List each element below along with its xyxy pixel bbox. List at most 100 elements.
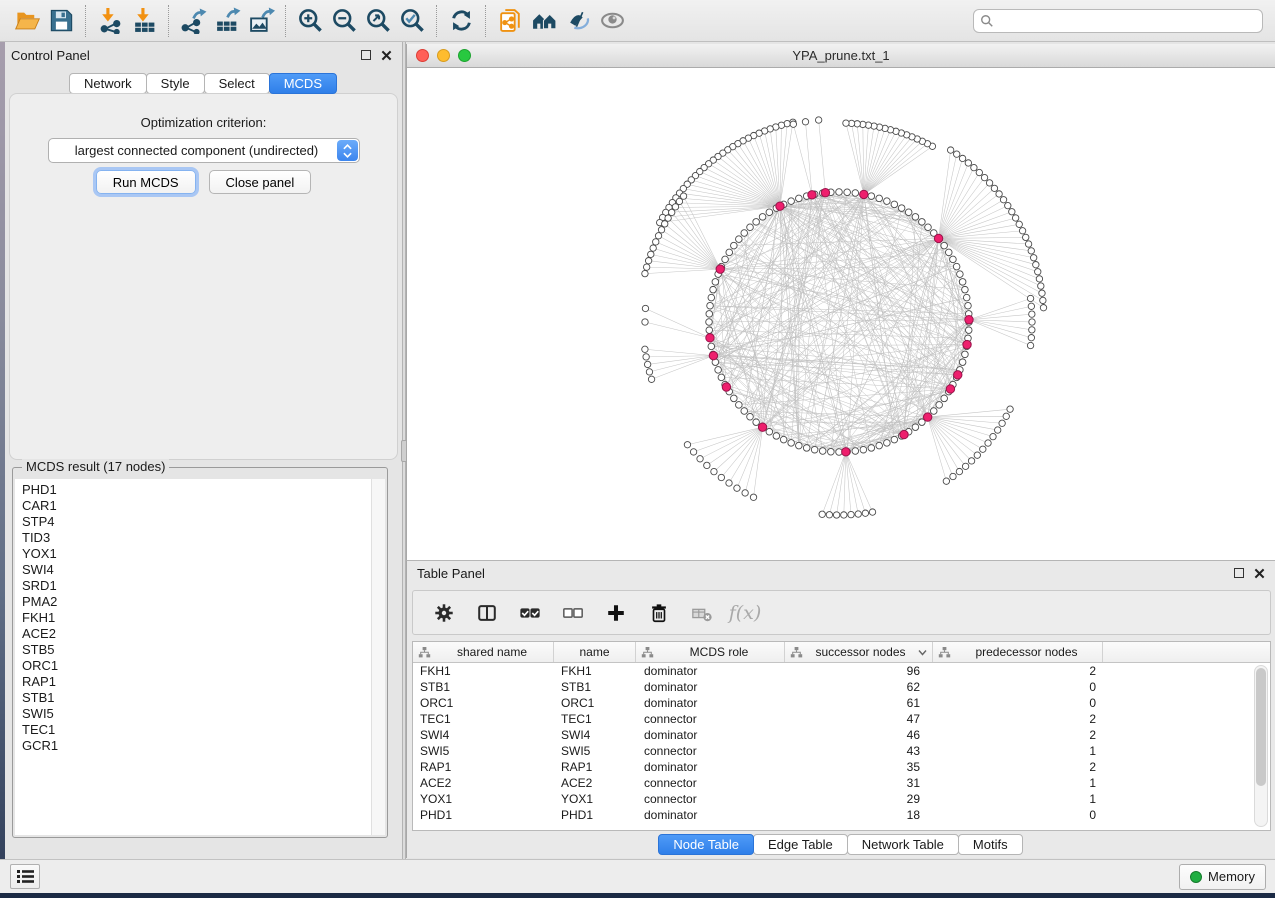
tab-node-table[interactable]: Node Table <box>658 834 754 855</box>
mcds-hub-node[interactable] <box>722 383 730 391</box>
scrollbar-thumb[interactable] <box>1256 668 1266 786</box>
mcds-result-list[interactable]: PHD1CAR1STP4TID3YOX1SWI4SRD1PMA2FKH1ACE2… <box>15 479 371 835</box>
mcds-hub-node[interactable] <box>900 430 908 438</box>
close-panel-icon[interactable] <box>381 50 392 61</box>
mcds-result-item[interactable]: PMA2 <box>22 594 371 610</box>
mcds-hub-node[interactable] <box>923 413 931 421</box>
import-table-button[interactable] <box>127 4 161 38</box>
mcds-result-item[interactable]: TID3 <box>22 530 371 546</box>
show-columns-button[interactable] <box>474 600 500 626</box>
close-panel-button[interactable]: Close panel <box>209 170 312 194</box>
mcds-hub-node[interactable] <box>709 351 717 359</box>
float-window-icon[interactable] <box>361 50 371 60</box>
open-session-button[interactable] <box>10 4 44 38</box>
mcds-result-item[interactable]: STB5 <box>22 642 371 658</box>
export-image-button[interactable] <box>244 4 278 38</box>
table-settings-button[interactable] <box>431 600 457 626</box>
table-scrollbar[interactable] <box>1254 665 1268 827</box>
function-builder-button[interactable]: f(x) <box>732 600 758 626</box>
zoom-out-button[interactable] <box>327 4 361 38</box>
table-row[interactable]: SWI4SWI4dominator462 <box>413 727 1270 743</box>
tab-network-table[interactable]: Network Table <box>847 834 959 855</box>
network-titlebar[interactable]: YPA_prune.txt_1 <box>407 44 1275 68</box>
clone-network-button[interactable] <box>493 4 527 38</box>
table-row[interactable]: ACE2ACE2connector311 <box>413 775 1270 791</box>
maximize-window-icon[interactable] <box>458 49 471 62</box>
table-row[interactable]: FKH1FKH1dominator962 <box>413 663 1270 679</box>
mcds-result-item[interactable]: STP4 <box>22 514 371 530</box>
hide-graphics-details-button[interactable] <box>561 4 595 38</box>
mcds-result-item[interactable]: CAR1 <box>22 498 371 514</box>
search-input[interactable] <box>999 12 1256 29</box>
tab-edge-table[interactable]: Edge Table <box>753 834 848 855</box>
mcds-hub-node[interactable] <box>954 371 962 379</box>
mcds-result-item[interactable]: SWI4 <box>22 562 371 578</box>
tab-select[interactable]: Select <box>204 73 270 94</box>
tab-network[interactable]: Network <box>69 73 147 94</box>
mcds-result-item[interactable]: SRD1 <box>22 578 371 594</box>
table-row[interactable]: PHD1PHD1dominator180 <box>413 807 1270 823</box>
show-graphics-details-button[interactable] <box>595 4 629 38</box>
mcds-result-item[interactable]: FKH1 <box>22 610 371 626</box>
zoom-selected-button[interactable] <box>395 4 429 38</box>
task-history-button[interactable] <box>10 864 40 889</box>
memory-button[interactable]: Memory <box>1179 864 1266 890</box>
mcds-hub-node[interactable] <box>934 234 942 242</box>
mcds-result-item[interactable]: YOX1 <box>22 546 371 562</box>
run-mcds-button[interactable]: Run MCDS <box>96 170 196 194</box>
apply-layout-button[interactable] <box>444 4 478 38</box>
mcds-hub-node[interactable] <box>716 265 724 273</box>
tab-motifs[interactable]: Motifs <box>958 834 1023 855</box>
network-graph[interactable] <box>407 68 1275 560</box>
add-row-button[interactable] <box>603 600 629 626</box>
mcds-hub-node[interactable] <box>860 190 868 198</box>
mcds-hub-node[interactable] <box>842 448 850 456</box>
table-row[interactable]: ORC1ORC1dominator610 <box>413 695 1270 711</box>
table-row[interactable]: SWI5SWI5connector431 <box>413 743 1270 759</box>
column-header-shared-name[interactable]: shared name <box>413 642 554 662</box>
mcds-result-item[interactable]: TEC1 <box>22 722 371 738</box>
mcds-hub-node[interactable] <box>963 340 971 348</box>
export-network-button[interactable] <box>176 4 210 38</box>
mcds-hub-node[interactable] <box>965 316 973 324</box>
mcds-result-item[interactable]: PHD1 <box>22 482 371 498</box>
mcds-hub-node[interactable] <box>758 423 766 431</box>
table-row[interactable]: STB1STB1dominator620 <box>413 679 1270 695</box>
select-all-button[interactable] <box>517 600 543 626</box>
float-window-icon[interactable] <box>1234 568 1244 578</box>
zoom-in-button[interactable] <box>293 4 327 38</box>
column-header-mcds-role[interactable]: MCDS role <box>636 642 785 662</box>
zoom-fit-button[interactable] <box>361 4 395 38</box>
delete-row-button[interactable] <box>646 600 672 626</box>
tab-style[interactable]: Style <box>146 73 205 94</box>
column-header-successor-nodes[interactable]: successor nodes <box>785 642 933 662</box>
optimization-criterion-select[interactable]: largest connected component (undirected) <box>48 138 360 163</box>
mcds-hub-node[interactable] <box>706 334 714 342</box>
mcds-hub-node[interactable] <box>808 191 816 199</box>
table-row[interactable]: TEC1TEC1connector472 <box>413 711 1270 727</box>
mcds-result-item[interactable]: ACE2 <box>22 626 371 642</box>
minimize-window-icon[interactable] <box>437 49 450 62</box>
mcds-result-item[interactable]: RAP1 <box>22 674 371 690</box>
network-manager-button[interactable] <box>527 4 561 38</box>
mcds-result-item[interactable]: ORC1 <box>22 658 371 674</box>
mcds-hub-node[interactable] <box>821 189 829 197</box>
delete-table-button[interactable] <box>689 600 715 626</box>
mcds-result-item[interactable]: SWI5 <box>22 706 371 722</box>
close-window-icon[interactable] <box>416 49 429 62</box>
deselect-all-button[interactable] <box>560 600 586 626</box>
search-box[interactable] <box>973 9 1263 33</box>
save-session-button[interactable] <box>44 4 78 38</box>
close-panel-icon[interactable] <box>1254 568 1265 579</box>
mcds-result-item[interactable]: STB1 <box>22 690 371 706</box>
import-network-button[interactable] <box>93 4 127 38</box>
mcds-hub-node[interactable] <box>776 202 784 210</box>
network-canvas[interactable] <box>407 68 1275 560</box>
export-table-button[interactable] <box>210 4 244 38</box>
table-row[interactable]: RAP1RAP1dominator352 <box>413 759 1270 775</box>
list-scrollbar[interactable] <box>371 479 385 835</box>
tab-mcds[interactable]: MCDS <box>269 73 337 94</box>
table-row[interactable]: YOX1YOX1connector291 <box>413 791 1270 807</box>
column-header-predecessor-nodes[interactable]: predecessor nodes <box>933 642 1103 662</box>
mcds-result-item[interactable]: GCR1 <box>22 738 371 754</box>
